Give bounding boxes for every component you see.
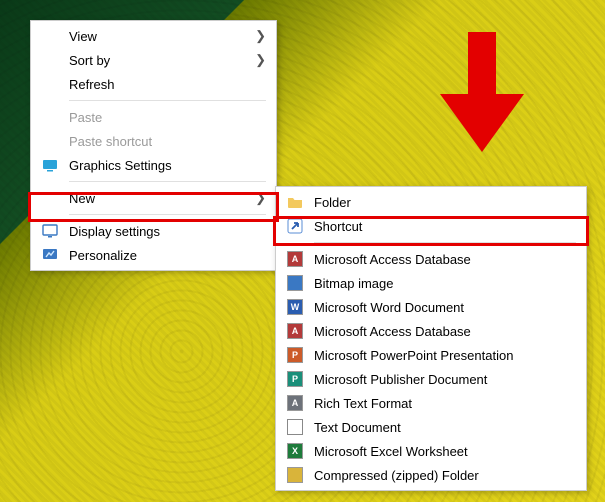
menu-item-label: Microsoft Publisher Document: [314, 372, 576, 387]
blank-icon: [39, 51, 61, 69]
folder-icon: [284, 193, 306, 211]
powerpoint-file-icon: P: [284, 346, 306, 364]
menu-item-label: Microsoft Excel Worksheet: [314, 444, 576, 459]
submenu-item-text-document[interactable]: Text Document: [278, 415, 584, 439]
submenu-arrow-icon: ❯: [254, 190, 266, 206]
menu-item-label: Paste shortcut: [69, 134, 266, 149]
menu-item-label: Compressed (zipped) Folder: [314, 468, 576, 483]
submenu-item-excel-worksheet[interactable]: X Microsoft Excel Worksheet: [278, 439, 584, 463]
menu-item-label: Text Document: [314, 420, 576, 435]
submenu-item-compressed-folder[interactable]: Compressed (zipped) Folder: [278, 463, 584, 487]
menu-item-label: Refresh: [69, 77, 266, 92]
menu-item-label: Bitmap image: [314, 276, 576, 291]
desktop-context-menu: View ❯ Sort by ❯ Refresh Paste Paste sho…: [30, 20, 277, 271]
menu-item-graphics-settings[interactable]: Graphics Settings: [33, 153, 274, 177]
submenu-item-publisher-document[interactable]: P Microsoft Publisher Document: [278, 367, 584, 391]
submenu-item-bitmap-image[interactable]: Bitmap image: [278, 271, 584, 295]
menu-separator: [69, 181, 266, 182]
zip-folder-icon: [284, 466, 306, 484]
menu-item-label: Shortcut: [314, 219, 576, 234]
menu-item-label: Microsoft Access Database: [314, 324, 576, 339]
menu-item-label: New: [69, 191, 254, 206]
publisher-file-icon: P: [284, 370, 306, 388]
submenu-arrow-icon: ❯: [254, 52, 266, 68]
blank-icon: [39, 27, 61, 45]
menu-item-label: Sort by: [69, 53, 254, 68]
submenu-item-folder[interactable]: Folder: [278, 190, 584, 214]
submenu-item-access-database[interactable]: A Microsoft Access Database: [278, 247, 584, 271]
blank-icon: [39, 132, 61, 150]
menu-item-paste: Paste: [33, 105, 274, 129]
menu-item-view[interactable]: View ❯: [33, 24, 274, 48]
blank-icon: [39, 108, 61, 126]
submenu-item-powerpoint-presentation[interactable]: P Microsoft PowerPoint Presentation: [278, 343, 584, 367]
personalize-icon: [39, 246, 61, 264]
text-file-icon: [284, 418, 306, 436]
menu-item-sort-by[interactable]: Sort by ❯: [33, 48, 274, 72]
rtf-file-icon: A: [284, 394, 306, 412]
blank-icon: [39, 75, 61, 93]
shortcut-icon: [284, 217, 306, 235]
menu-item-label: Microsoft PowerPoint Presentation: [314, 348, 576, 363]
menu-separator: [314, 242, 576, 243]
menu-item-label: View: [69, 29, 254, 44]
access-file-icon: A: [284, 250, 306, 268]
submenu-item-shortcut[interactable]: Shortcut: [278, 214, 584, 238]
menu-item-paste-shortcut: Paste shortcut: [33, 129, 274, 153]
menu-item-label: Paste: [69, 110, 266, 125]
submenu-item-access-database-2[interactable]: A Microsoft Access Database: [278, 319, 584, 343]
menu-item-label: Microsoft Word Document: [314, 300, 576, 315]
menu-item-label: Display settings: [69, 224, 266, 239]
menu-item-display-settings[interactable]: Display settings: [33, 219, 274, 243]
bitmap-file-icon: [284, 274, 306, 292]
menu-item-personalize[interactable]: Personalize: [33, 243, 274, 267]
menu-item-label: Rich Text Format: [314, 396, 576, 411]
menu-item-label: Microsoft Access Database: [314, 252, 576, 267]
access-file-icon: A: [284, 322, 306, 340]
menu-separator: [69, 214, 266, 215]
graphics-settings-icon: [39, 156, 61, 174]
submenu-item-word-document[interactable]: W Microsoft Word Document: [278, 295, 584, 319]
word-file-icon: W: [284, 298, 306, 316]
menu-separator: [69, 100, 266, 101]
annotation-arrow-icon: [440, 32, 524, 152]
menu-item-new[interactable]: New ❯: [33, 186, 274, 210]
menu-item-refresh[interactable]: Refresh: [33, 72, 274, 96]
display-settings-icon: [39, 222, 61, 240]
menu-item-label: Folder: [314, 195, 576, 210]
submenu-item-rich-text-format[interactable]: A Rich Text Format: [278, 391, 584, 415]
excel-file-icon: X: [284, 442, 306, 460]
menu-item-label: Graphics Settings: [69, 158, 266, 173]
blank-icon: [39, 189, 61, 207]
new-submenu: Folder Shortcut A Microsoft Access Datab…: [275, 186, 587, 491]
submenu-arrow-icon: ❯: [254, 28, 266, 44]
menu-item-label: Personalize: [69, 248, 266, 263]
